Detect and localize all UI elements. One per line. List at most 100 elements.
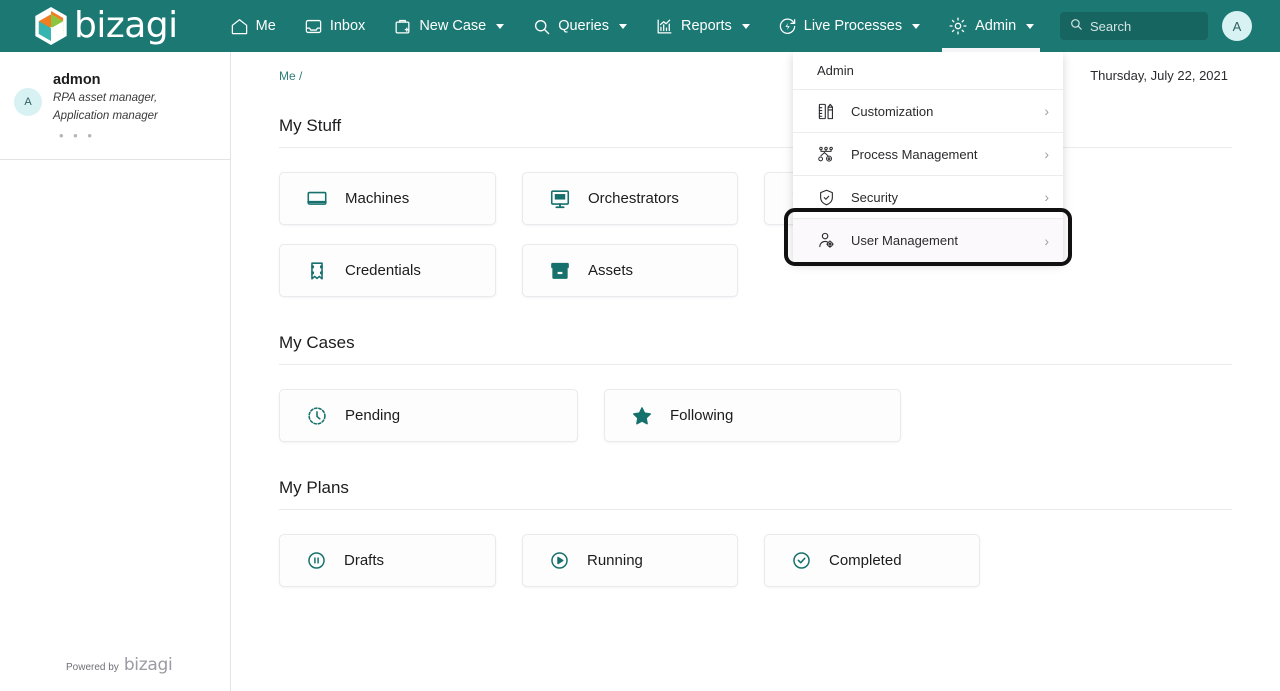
home-icon bbox=[230, 17, 249, 36]
current-date: Thursday, July 22, 2021 bbox=[1090, 68, 1228, 83]
menu-item-process-management[interactable]: Process Management › bbox=[793, 133, 1063, 176]
user-name: admon bbox=[53, 72, 101, 88]
card-assets[interactable]: Assets bbox=[522, 244, 738, 297]
card-pending[interactable]: Pending bbox=[279, 389, 578, 442]
card-label: Assets bbox=[588, 262, 634, 279]
avatar[interactable]: A bbox=[1222, 11, 1252, 41]
card-label: Completed bbox=[829, 552, 902, 569]
card-label: Orchestrators bbox=[588, 190, 679, 207]
user-gear-icon bbox=[817, 231, 839, 250]
nav-label-new-case: New Case bbox=[419, 18, 487, 34]
search-input[interactable]: Search bbox=[1060, 12, 1208, 40]
sidebar-user-block: A admon RPA asset manager, Application m… bbox=[0, 52, 230, 160]
nav-label-queries: Queries bbox=[558, 18, 609, 34]
section-my-plans: My Plans Drafts Running Completed bbox=[231, 478, 1280, 587]
nav-item-new-case[interactable]: New Case bbox=[379, 0, 518, 52]
admin-dropdown-heading: Admin bbox=[793, 52, 1063, 90]
shield-check-icon bbox=[817, 188, 839, 207]
chevron-right-icon: › bbox=[1044, 232, 1049, 249]
brand-logo[interactable]: bizagi bbox=[32, 5, 178, 47]
menu-item-security[interactable]: Security › bbox=[793, 176, 1063, 219]
nav-item-reports[interactable]: Reports bbox=[641, 0, 764, 52]
card-label: Credentials bbox=[345, 262, 421, 279]
user-role: RPA asset manager, Application manager bbox=[53, 92, 158, 122]
chevron-right-icon: › bbox=[1044, 103, 1049, 119]
section-title: My Plans bbox=[279, 478, 349, 497]
live-process-icon bbox=[778, 17, 797, 36]
card-row: Machines Orchestrators bbox=[279, 172, 1232, 225]
sidebar-user-meta: admon RPA asset manager, Application man… bbox=[53, 70, 205, 143]
section-my-stuff: My Stuff Machines Orchestrators Credenti… bbox=[231, 116, 1280, 297]
powered-by-brand: bizagi bbox=[123, 655, 173, 675]
menu-item-user-management[interactable]: User Management › bbox=[793, 219, 1063, 262]
card-completed[interactable]: Completed bbox=[764, 534, 980, 587]
nav-item-live-processes[interactable]: Live Processes bbox=[764, 0, 934, 52]
menu-item-label: Process Management bbox=[851, 146, 978, 162]
star-icon bbox=[631, 405, 653, 427]
menu-item-label: User Management bbox=[851, 233, 958, 248]
chevron-down-icon bbox=[912, 23, 921, 29]
check-circle-icon bbox=[791, 550, 812, 571]
search-placeholder: Search bbox=[1090, 18, 1132, 34]
card-drafts[interactable]: Drafts bbox=[279, 534, 496, 587]
card-row: Drafts Running Completed bbox=[279, 534, 1232, 587]
card-label: Drafts bbox=[344, 552, 385, 569]
search-icon bbox=[532, 17, 551, 36]
card-machines[interactable]: Machines bbox=[279, 172, 496, 225]
nav-label-admin: Admin bbox=[975, 18, 1017, 34]
menu-item-customization[interactable]: Customization › bbox=[793, 90, 1063, 133]
process-gear-icon bbox=[817, 145, 839, 164]
sidebar: A admon RPA asset manager, Application m… bbox=[0, 52, 231, 691]
credential-icon bbox=[306, 260, 328, 282]
nav-item-queries[interactable]: Queries bbox=[518, 0, 641, 52]
brand-wordmark: bizagi bbox=[74, 5, 178, 46]
card-row: Credentials Assets bbox=[279, 244, 1232, 297]
header-right-zone: Search A bbox=[1060, 11, 1252, 41]
card-label: Pending bbox=[345, 407, 401, 424]
top-navigation-bar: bizagi Me Inbox New Case Queries Reports… bbox=[0, 0, 1280, 52]
nav-label-live-processes: Live Processes bbox=[803, 18, 903, 34]
section-title: My Cases bbox=[279, 333, 355, 352]
chevron-right-icon: › bbox=[1044, 146, 1049, 162]
chevron-down-icon bbox=[741, 23, 750, 29]
clock-icon bbox=[306, 405, 328, 427]
chevron-down-icon bbox=[496, 23, 505, 29]
nav-item-inbox[interactable]: Inbox bbox=[290, 0, 379, 52]
powered-by-label: Powered by bbox=[66, 662, 119, 673]
section-divider bbox=[279, 364, 1232, 365]
menu-item-label: Security bbox=[851, 189, 898, 205]
avatar: A bbox=[14, 88, 42, 116]
card-credentials[interactable]: Credentials bbox=[279, 244, 496, 297]
card-running[interactable]: Running bbox=[522, 534, 738, 587]
card-following[interactable]: Following bbox=[604, 389, 901, 442]
nav-item-me[interactable]: Me bbox=[216, 0, 290, 52]
chevron-right-icon: › bbox=[1044, 189, 1049, 205]
breadcrumb-row: Me / Thursday, July 22, 2021 bbox=[231, 52, 1280, 83]
search-icon bbox=[1069, 17, 1083, 36]
gear-icon bbox=[948, 16, 968, 36]
pause-circle-icon bbox=[306, 550, 327, 571]
server-icon bbox=[549, 188, 571, 210]
card-orchestrators[interactable]: Orchestrators bbox=[522, 172, 738, 225]
ruler-pencil-icon bbox=[817, 102, 839, 121]
briefcase-plus-icon bbox=[393, 17, 412, 36]
card-label: Running bbox=[587, 552, 643, 569]
main-nav: Me Inbox New Case Queries Reports Live P… bbox=[216, 0, 1049, 52]
breadcrumb[interactable]: Me / bbox=[279, 69, 302, 83]
card-label: Following bbox=[670, 407, 734, 424]
bar-chart-icon bbox=[655, 17, 674, 36]
inbox-icon bbox=[304, 17, 323, 36]
card-label: Machines bbox=[345, 190, 410, 207]
nav-item-admin[interactable]: Admin bbox=[934, 0, 1048, 52]
main-content: Me / Thursday, July 22, 2021 My Stuff Ma… bbox=[231, 52, 1280, 691]
nav-label-reports: Reports bbox=[680, 18, 732, 34]
nav-label-me: Me bbox=[255, 18, 276, 34]
monitor-icon bbox=[306, 188, 328, 210]
chevron-down-icon bbox=[618, 23, 627, 29]
powered-by-footer: Powered by bizagi bbox=[66, 655, 173, 675]
archive-icon bbox=[549, 260, 571, 282]
section-divider bbox=[279, 147, 1232, 148]
user-more-options-button[interactable]: • • • bbox=[59, 128, 205, 143]
section-divider bbox=[279, 509, 1232, 510]
section-title: My Stuff bbox=[279, 116, 342, 135]
